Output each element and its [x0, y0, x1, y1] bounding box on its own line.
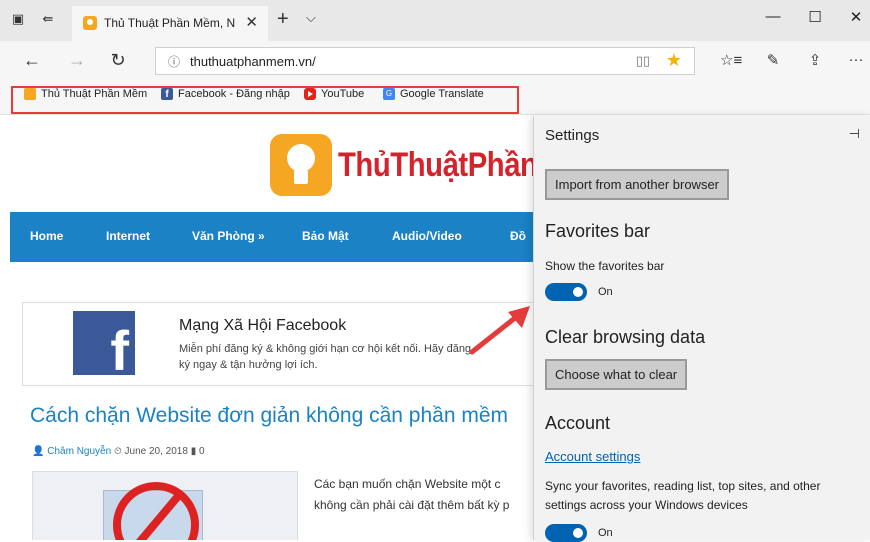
- favorites-toggle-state: On: [598, 286, 613, 298]
- menu-item-bao-mat[interactable]: Bảo Mật: [302, 229, 349, 243]
- youtube-icon: [304, 88, 316, 100]
- show-favorites-label: Show the favorites bar: [545, 259, 665, 273]
- address-bar[interactable]: ⓘ thuthuatphanmem.vn/ ▯▯ ★: [155, 47, 695, 75]
- site-logo-icon[interactable]: [270, 134, 332, 196]
- favorite-item-youtube[interactable]: YouTube: [304, 88, 364, 100]
- comment-count: 0: [199, 446, 205, 457]
- clear-data-heading: Clear browsing data: [545, 327, 706, 347]
- web-page: ThủThuậtPhần Home Internet Văn Phòng » B…: [0, 116, 533, 540]
- close-window-button[interactable]: ✕: [841, 8, 870, 26]
- menu-item-home[interactable]: Home: [30, 229, 63, 243]
- new-tab-button[interactable]: +: [277, 8, 289, 30]
- pin-icon[interactable]: ⊣: [849, 126, 860, 142]
- back-button[interactable]: ←: [20, 50, 44, 70]
- settings-title: Settings: [545, 127, 600, 144]
- share-icon[interactable]: ⇪: [804, 51, 826, 69]
- sync-toggle-state: On: [598, 527, 613, 539]
- article-date: June 20, 2018: [124, 446, 188, 457]
- tab-active[interactable]: Thủ Thuật Phần Mềm, N ✕: [72, 6, 268, 41]
- favorite-item-google-translate[interactable]: G Google Translate: [383, 88, 484, 100]
- account-heading: Account: [545, 413, 611, 433]
- article-title[interactable]: Cách chặn Website đơn giản không cần phầ…: [30, 404, 508, 428]
- settings-panel: Settings ⊣ Import from another browser F…: [533, 116, 870, 542]
- article-thumbnail[interactable]: [32, 471, 298, 540]
- ad-title: Mạng Xã Hội Facebook: [179, 317, 347, 334]
- ad-description: Miễn phí đăng ký & không giới hạn cơ hội…: [179, 343, 472, 371]
- article-meta: 👤 Châm Nguyễn ⏲ June 20, 2018 ▮ 0: [32, 446, 205, 457]
- chevron-down-icon[interactable]: ⌵: [306, 10, 316, 26]
- reading-view-icon[interactable]: ▯▯: [636, 53, 650, 69]
- lightbulb-icon: [24, 88, 36, 100]
- close-tab-icon[interactable]: ✕: [245, 13, 258, 31]
- tab-preview-icon[interactable]: ▣: [10, 12, 26, 26]
- maximize-button[interactable]: ☐: [800, 8, 830, 26]
- forward-button[interactable]: →: [65, 50, 89, 70]
- import-browser-button[interactable]: Import from another browser: [545, 169, 730, 200]
- menu-item-internet[interactable]: Internet: [106, 229, 150, 243]
- sync-toggle[interactable]: [545, 524, 587, 542]
- choose-what-to-clear-button[interactable]: Choose what to clear: [545, 359, 688, 390]
- favorites-bar-heading: Favorites bar: [545, 221, 651, 241]
- user-icon: 👤: [32, 446, 45, 457]
- article-excerpt: Các bạn muốn chặn Website một c không cầ…: [314, 477, 510, 512]
- annotation-arrow: [469, 306, 530, 355]
- tab-title: Thủ Thuật Phần Mềm, N: [104, 16, 236, 30]
- article-author[interactable]: Châm Nguyễn: [47, 446, 111, 457]
- clock-icon: ⏲: [113, 446, 122, 457]
- menu-item-van-phong[interactable]: Văn Phòng »: [192, 229, 265, 243]
- minimize-button[interactable]: —: [758, 8, 788, 25]
- info-icon[interactable]: ⓘ: [168, 53, 180, 70]
- sync-description: Sync your favorites, reading list, top s…: [545, 479, 821, 512]
- google-translate-icon: G: [383, 88, 395, 100]
- favorite-item-thuthuat[interactable]: Thủ Thuật Phần Mềm: [24, 88, 147, 100]
- set-aside-tabs-icon[interactable]: ⇚: [40, 12, 56, 26]
- more-icon[interactable]: ···: [845, 51, 867, 68]
- site-menu: Home Internet Văn Phòng » Bảo Mật Audio/…: [10, 212, 533, 262]
- menu-item-do[interactable]: Đồ: [510, 229, 526, 243]
- refresh-button[interactable]: ↻: [106, 50, 130, 70]
- account-settings-link[interactable]: Account settings: [545, 449, 640, 464]
- facebook-icon: f: [73, 311, 135, 375]
- navigation-bar: ← → ↻ ⓘ thuthuatphanmem.vn/ ▯▯ ★ ☆≡ ✎ ⇪ …: [0, 41, 870, 81]
- comment-icon: ▮: [190, 446, 197, 457]
- facebook-ad-card[interactable]: f Mạng Xã Hội Facebook Miễn phí đăng ký …: [22, 302, 533, 386]
- favorites-bar: Thủ Thuật Phần Mềm f Facebook - Đăng nhậ…: [0, 81, 870, 115]
- title-bar: ▣ ⇚ Thủ Thuật Phần Mềm, N ✕ + ⌵ — ☐ ✕: [0, 0, 870, 41]
- favorites-bar-toggle[interactable]: [545, 283, 587, 301]
- lightbulb-icon: [83, 16, 97, 30]
- favorite-item-facebook[interactable]: f Facebook - Đăng nhập: [161, 88, 290, 100]
- favorite-star-icon[interactable]: ★: [666, 50, 682, 71]
- menu-item-audio-video[interactable]: Audio/Video: [392, 229, 462, 243]
- facebook-icon: f: [161, 88, 173, 100]
- notes-icon[interactable]: ✎: [762, 51, 784, 69]
- address-url[interactable]: thuthuatphanmem.vn/: [190, 54, 316, 69]
- hub-icon[interactable]: ☆≡: [720, 51, 742, 69]
- site-logo-text[interactable]: ThủThuậtPhần: [338, 146, 533, 185]
